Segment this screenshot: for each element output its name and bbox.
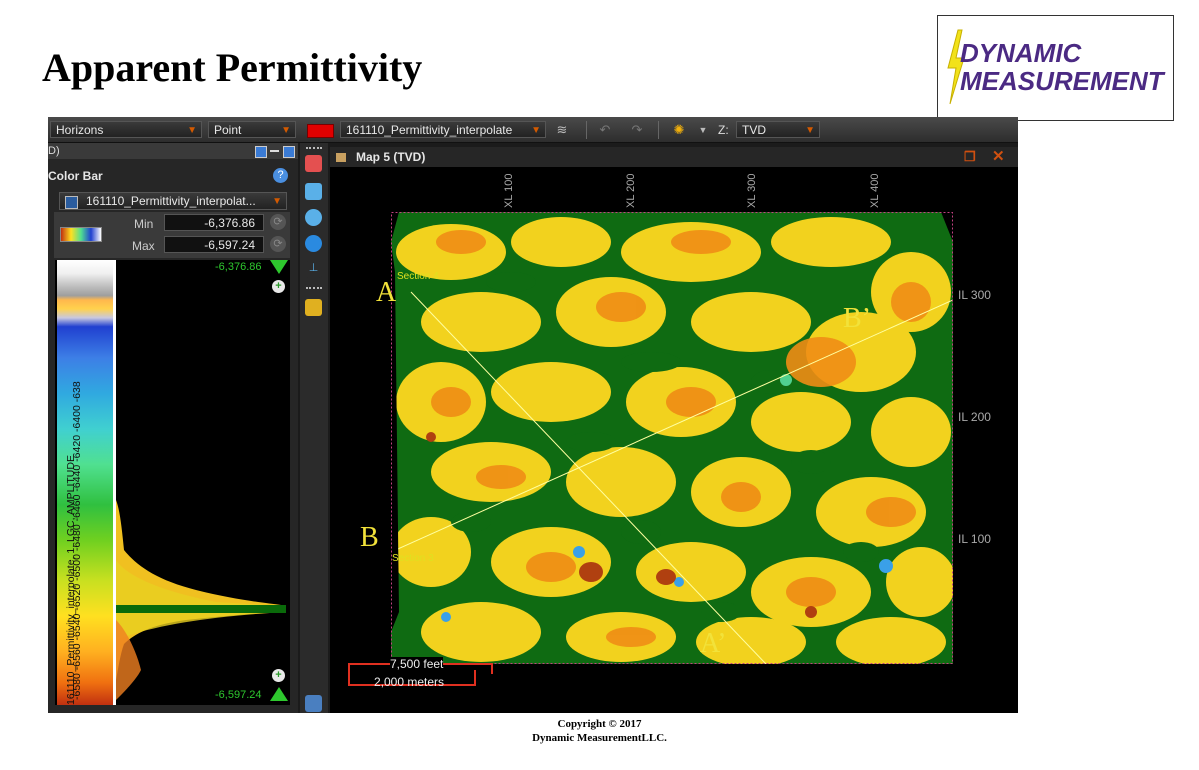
dataset-select-value: 161110_Permittivity_interpolate — [346, 123, 513, 137]
section-4-label: Section 4 — [397, 271, 439, 282]
xl-label-300: XL 300 — [746, 173, 758, 208]
il-label-200: IL 200 — [958, 410, 991, 424]
reset-max-icon[interactable]: ⟳ — [270, 236, 286, 252]
toolbar-separator — [658, 121, 659, 139]
chevron-down-icon: ▼ — [531, 125, 541, 136]
xl-label-200: XL 200 — [625, 173, 637, 208]
expand-toolbar-icon[interactable] — [305, 695, 322, 712]
redo-icon[interactable]: ↷ — [628, 121, 646, 139]
axis-icon[interactable]: ⊥ — [305, 261, 322, 278]
panel-header-text: D) — [48, 145, 60, 157]
il-label-300: IL 300 — [958, 288, 991, 302]
palette-thumbnail-icon[interactable] — [60, 227, 102, 242]
section-b-label: B — [360, 522, 379, 553]
z-domain-select[interactable]: TVD ▼ — [736, 121, 820, 138]
company-logo: DYNAMIC MEASUREMENT — [937, 15, 1174, 121]
colorbar-axis-label: 161110_Permittivity_interpolate, 1, LGC,… — [65, 455, 77, 705]
reset-min-icon[interactable]: ⟳ — [270, 214, 286, 230]
max-label: Max — [132, 239, 155, 253]
zoom-icon[interactable] — [305, 209, 322, 226]
main-toolbar: Horizons ▼ Point ▼ 161110_Permittivity_i… — [48, 117, 1018, 143]
top-value-marker: -6,376.86 — [215, 261, 262, 273]
undo-icon[interactable]: ↶ — [596, 121, 614, 139]
logo-line1: DYNAMIC — [960, 38, 1082, 68]
z-axis-label: Z: — [718, 123, 729, 137]
bottom-value-marker: -6,597.24 — [215, 689, 262, 701]
close-icon[interactable]: ✕ — [992, 147, 1005, 167]
grip-icon — [306, 147, 322, 151]
maximize-icon[interactable] — [283, 146, 295, 158]
bottom-triangle-handle[interactable] — [270, 687, 288, 701]
section-b-prime-label: B’ — [843, 303, 871, 334]
chevron-down-icon: ▼ — [281, 125, 291, 136]
xl-label-100: XL 100 — [503, 173, 515, 208]
chevron-down-icon: ▼ — [272, 196, 282, 207]
point-select[interactable]: Point ▼ — [208, 121, 296, 138]
colorbar-histogram: -6580 -6560 -6540 -6520 -6500 -6480 -646… — [55, 260, 290, 705]
restore-icon[interactable] — [255, 146, 267, 158]
min-value-field[interactable]: -6,376.86 — [164, 214, 264, 231]
min-label: Min — [134, 217, 154, 231]
map-icon — [336, 153, 346, 162]
colorbar-gradient: -6580 -6560 -6540 -6520 -6500 -6480 -646… — [57, 260, 113, 705]
map-window-header: Map 5 (TVD) ❐ ✕ — [330, 147, 1018, 167]
slide-title: Apparent Permittivity — [42, 45, 423, 90]
section-a-prime-label: A’ — [700, 628, 727, 659]
chevron-down-icon[interactable]: ▼ — [694, 121, 712, 139]
max-value-field[interactable]: -6,597.24 — [164, 236, 264, 253]
section-a-label: A — [376, 277, 397, 308]
colorbar-section-title: Color Bar — [48, 169, 103, 183]
logo-line2: MEASUREMENT — [960, 66, 1164, 96]
xl-label-400: XL 400 — [869, 173, 881, 208]
top-triangle-handle[interactable] — [270, 260, 288, 274]
il-label-100: IL 100 — [958, 532, 991, 546]
help-icon[interactable]: ? — [273, 168, 288, 183]
zoom-extents-icon[interactable] — [305, 183, 322, 200]
colorbar-dataset-select[interactable]: 161110_Permittivity_interpolat... ▼ — [59, 192, 287, 210]
copyright-line1: Copyright © 2017 — [557, 718, 642, 730]
horizons-select-value: Horizons — [56, 123, 104, 137]
chevron-down-icon: ▼ — [187, 125, 197, 136]
map-title: Map 5 (TVD) — [356, 150, 426, 164]
horizons-select[interactable]: Horizons ▼ — [50, 121, 202, 138]
restore-window-icon[interactable]: ❐ — [964, 147, 976, 167]
copyright-line2: Dynamic MeasurementLLC. — [532, 732, 667, 744]
toolbar-separator — [586, 121, 587, 139]
zoom-in-icon[interactable]: + — [272, 669, 285, 682]
image-export-icon[interactable] — [305, 299, 322, 316]
minimize-icon[interactable] — [270, 150, 279, 152]
zoom-in-icon[interactable]: + — [272, 280, 285, 293]
colorbar-dataset-value: 161110_Permittivity_interpolat... — [86, 194, 256, 208]
panel-header: D) — [48, 143, 298, 159]
refresh-icon[interactable] — [305, 235, 322, 252]
z-domain-value: TVD — [742, 123, 766, 137]
section-3-label: Section 3 — [392, 553, 434, 564]
sun-icon[interactable]: ✺ — [670, 121, 688, 139]
chevron-down-icon: ▼ — [805, 125, 815, 136]
permittivity-map — [391, 212, 953, 664]
scale-feet-label: 7,500 feet — [390, 657, 444, 671]
scale-meters-label: 2,000 meters — [374, 675, 445, 689]
layers-icon[interactable]: ≋ — [553, 121, 571, 139]
point-select-value: Point — [214, 123, 242, 137]
side-toolbar: ⊥ — [300, 143, 328, 713]
dataset-select[interactable]: 161110_Permittivity_interpolate ▼ — [340, 121, 546, 138]
amplitude-histogram — [116, 500, 286, 700]
minmax-box: Min -6,376.86 ⟳ Max -6,597.24 ⟳ — [54, 212, 290, 258]
collapse-icon[interactable] — [65, 196, 78, 209]
select-tool-icon[interactable] — [305, 155, 322, 172]
color-swatch-button[interactable] — [307, 124, 334, 138]
grip-icon — [306, 287, 322, 291]
